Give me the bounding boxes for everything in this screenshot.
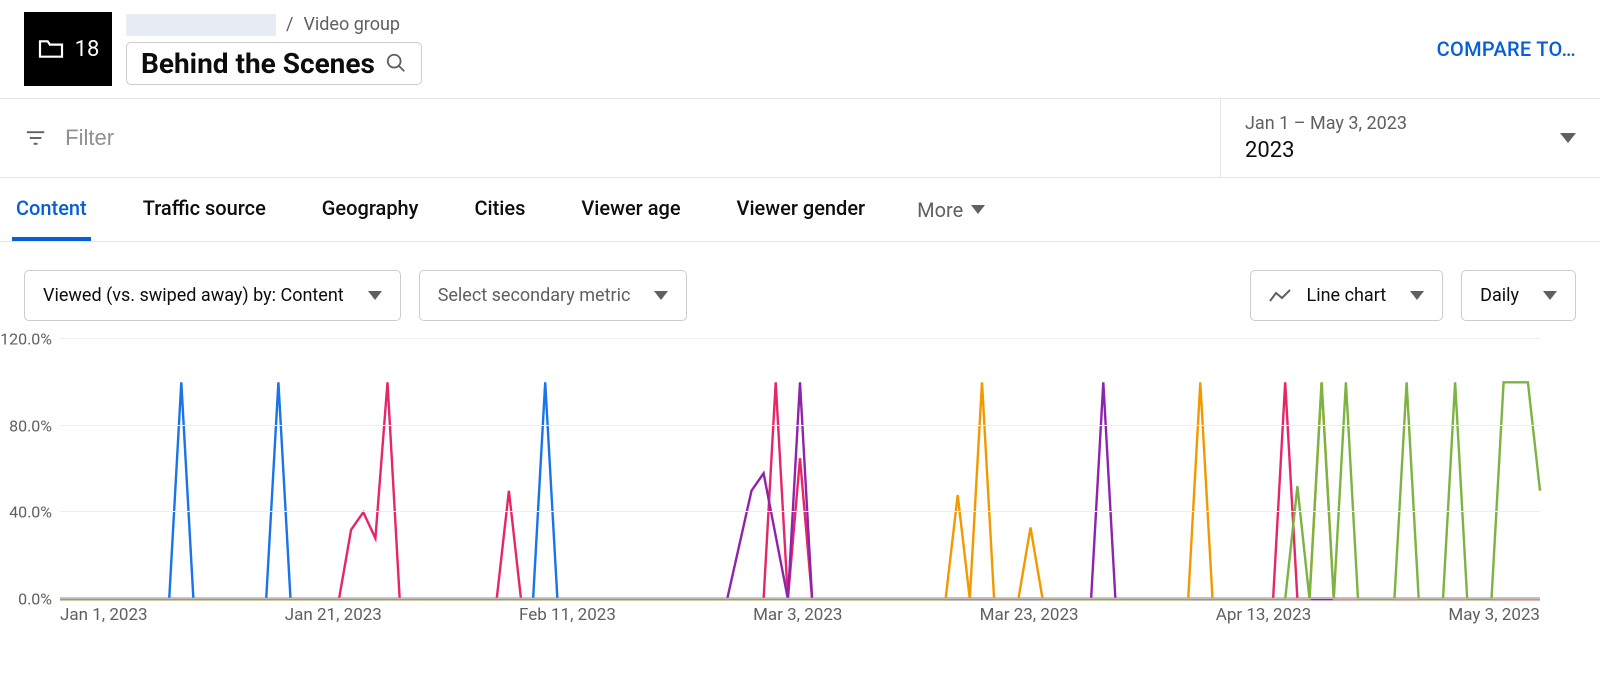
chart-x-tick: Mar 23, 2023 [980, 605, 1079, 625]
tab-viewer-age[interactable]: Viewer age [577, 178, 684, 241]
granularity-dropdown[interactable]: Daily [1461, 270, 1576, 321]
granularity-label: Daily [1480, 285, 1519, 306]
chart-x-tick: Jan 21, 2023 [285, 605, 382, 625]
chart-y-tick: 0.0% [18, 590, 52, 609]
filter-icon [24, 126, 47, 150]
date-range-text: Jan 1 – May 3, 2023 [1245, 113, 1407, 134]
chart-y-tick: 120.0% [0, 330, 52, 349]
breadcrumb-stack: / Video group Behind the Scenes [126, 14, 422, 85]
chart-y-tick: 80.0% [9, 416, 52, 435]
primary-metric-dropdown[interactable]: Viewed (vs. swiped away) by: Content [24, 270, 401, 321]
chart-series-series-orange [60, 382, 1540, 599]
date-range-picker[interactable]: Jan 1 – May 3, 2023 2023 [1220, 99, 1600, 177]
tab-cities[interactable]: Cities [470, 178, 529, 241]
chart-x-tick: Apr 13, 2023 [1216, 605, 1312, 625]
secondary-metric-dropdown[interactable]: Select secondary metric [419, 270, 688, 321]
dimension-tabs: Content Traffic source Geography Cities … [0, 178, 1600, 242]
chart-x-tick: May 3, 2023 [1448, 605, 1540, 625]
folder-icon [37, 38, 65, 60]
chart-type-label: Line chart [1307, 285, 1387, 306]
chevron-down-icon [971, 205, 985, 214]
chart-x-tick: Mar 3, 2023 [753, 605, 842, 625]
filter-region [0, 99, 1220, 177]
chart-x-tick: Jan 1, 2023 [60, 605, 148, 625]
tab-traffic-source[interactable]: Traffic source [139, 178, 270, 241]
chevron-down-icon [1543, 291, 1557, 300]
date-preset-text: 2023 [1245, 138, 1407, 163]
title-search-box[interactable]: Behind the Scenes [126, 42, 422, 85]
chart-series-series-green [60, 382, 1540, 599]
chevron-down-icon [1560, 133, 1576, 143]
chart-series-series-purple [60, 382, 1540, 599]
search-icon [385, 52, 407, 74]
compare-link[interactable]: COMPARE TO… [1437, 37, 1576, 61]
chevron-down-icon [654, 291, 668, 300]
chart-x-axis-labels: Jan 1, 2023 Jan 21, 2023 Feb 11, 2023 Mar 3… [60, 605, 1540, 625]
tab-viewer-gender[interactable]: Viewer gender [733, 178, 870, 241]
chart-svg [60, 339, 1540, 599]
chart-area: 0.0%40.0%80.0%120.0% Jan 1, 2023Jan 21, … [0, 321, 1600, 625]
chart-controls: Viewed (vs. swiped away) by: Content Sel… [0, 242, 1600, 321]
breadcrumb-separator: / [286, 14, 293, 35]
line-chart-icon [1269, 289, 1291, 303]
folder-badge: 18 [24, 12, 112, 86]
page-title: Behind the Scenes [141, 47, 375, 80]
filter-bar: Jan 1 – May 3, 2023 2023 [0, 98, 1600, 178]
filter-input[interactable] [65, 125, 1196, 151]
tab-more[interactable]: More [917, 198, 985, 222]
primary-metric-label: Viewed (vs. swiped away) by: Content [43, 285, 344, 306]
chart-series-series-pink [60, 382, 1540, 599]
chart-y-tick: 40.0% [9, 503, 52, 522]
chart-plot-region: 0.0%40.0%80.0%120.0% [60, 339, 1540, 599]
breadcrumb-root[interactable] [126, 14, 276, 36]
secondary-metric-label: Select secondary metric [438, 285, 631, 306]
breadcrumb-leaf: Video group [303, 14, 400, 35]
chart-type-dropdown[interactable]: Line chart [1250, 270, 1444, 321]
tab-more-label: More [917, 198, 963, 222]
breadcrumb: / Video group [126, 14, 422, 36]
chevron-down-icon [368, 291, 382, 300]
badge-count: 18 [75, 37, 100, 62]
chart-x-tick: Feb 11, 2023 [519, 605, 616, 625]
chart-series-series-blue [60, 382, 1540, 599]
tab-content[interactable]: Content [12, 178, 91, 241]
tab-geography[interactable]: Geography [318, 178, 423, 241]
chevron-down-icon [1410, 291, 1424, 300]
header: 18 / Video group Behind the Scenes COMPA… [0, 0, 1600, 98]
